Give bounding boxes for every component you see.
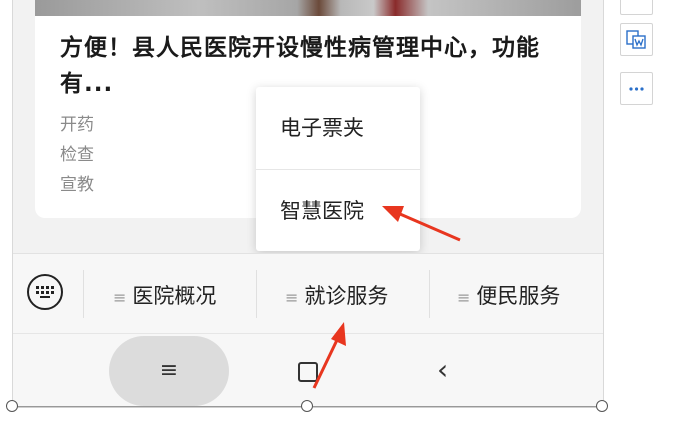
submenu-popup: 电子票夹 智慧医院 xyxy=(256,87,420,251)
phone-screenshot: 方便！县人民医院开设慢性病管理中心，功能有... 开药 检查 宣教 电子票夹 智… xyxy=(12,0,604,408)
recent-apps-button[interactable]: ≡ xyxy=(109,336,229,406)
resize-handle-bottom-left[interactable] xyxy=(6,400,18,412)
tab-convenience-services[interactable]: ≡ 便民服务 xyxy=(457,278,560,314)
article-tag: 宣教 xyxy=(60,175,94,195)
more-dots-icon xyxy=(629,87,644,91)
menu-lines-icon: ≡ xyxy=(285,288,299,307)
keyboard-icon xyxy=(36,286,54,298)
toolbar-button[interactable] xyxy=(620,0,653,15)
tab-separator xyxy=(83,270,84,318)
image-to-word-icon xyxy=(626,30,646,49)
keyboard-toggle-button[interactable] xyxy=(27,274,63,310)
tab-label: 便民服务 xyxy=(476,284,561,308)
home-button[interactable] xyxy=(298,362,318,382)
bottom-menu-bar: ≡ 医院概况 ≡ 就诊服务 ≡ 便民服务 xyxy=(13,253,603,334)
back-button[interactable]: ‹ xyxy=(437,352,448,388)
tab-separator xyxy=(256,270,257,318)
tab-label: 医院概况 xyxy=(132,284,217,308)
tab-label: 就诊服务 xyxy=(304,284,389,308)
article-thumbnail xyxy=(35,0,581,16)
menu-item-e-ticket-wallet[interactable]: 电子票夹 xyxy=(256,87,420,169)
tab-hospital-overview[interactable]: ≡ 医院概况 xyxy=(113,278,216,314)
menu-lines-icon: ≡ xyxy=(457,288,471,307)
resize-handle-bottom-right[interactable] xyxy=(596,400,608,412)
image-to-word-button[interactable] xyxy=(620,23,653,56)
menu-lines-icon: ≡ xyxy=(113,288,127,307)
system-navigation-bar: ≡ ‹ xyxy=(13,333,603,407)
more-options-button[interactable] xyxy=(620,72,653,105)
article-tag: 开药 xyxy=(60,115,94,135)
article-tag: 检查 xyxy=(60,145,94,165)
resize-handle-bottom-center[interactable] xyxy=(301,400,313,412)
tab-separator xyxy=(429,270,430,318)
menu-item-smart-hospital[interactable]: 智慧医院 xyxy=(256,170,420,252)
tab-medical-services[interactable]: ≡ 就诊服务 xyxy=(285,278,388,314)
